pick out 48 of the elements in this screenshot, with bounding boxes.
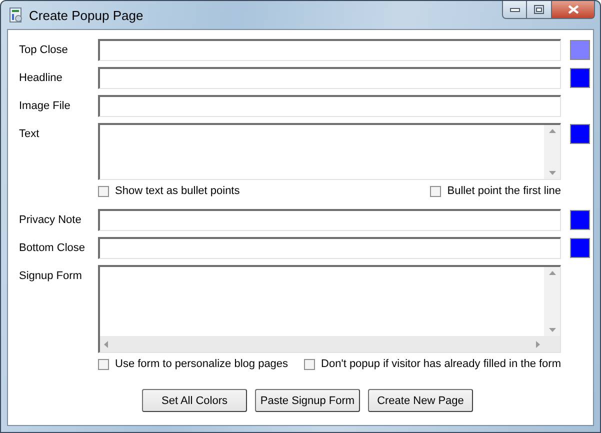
maximize-button[interactable] (527, 1, 552, 19)
checkbox[interactable] (98, 358, 109, 370)
color-swatch[interactable] (570, 40, 590, 60)
app-icon (9, 7, 23, 23)
color-swatch[interactable] (570, 238, 590, 258)
right-arrow-icon (536, 340, 540, 348)
maximize-icon (534, 5, 544, 14)
checkbox-label: Don't popup if visitor has already filled in the form (321, 358, 561, 370)
color-swatch[interactable] (570, 124, 590, 144)
field-label: Image File (19, 99, 72, 112)
down-arrow-icon (548, 328, 556, 332)
text-area[interactable] (98, 123, 561, 180)
vertical-scrollbar[interactable] (544, 125, 560, 179)
scrollbar-corner (544, 336, 560, 352)
up-arrow-icon (548, 129, 556, 133)
vertical-scrollbar[interactable] (544, 267, 560, 336)
checkbox[interactable] (98, 186, 109, 196)
horizontal-scrollbar[interactable] (100, 336, 544, 352)
checkbox-label: Bullet point the first line (447, 185, 561, 197)
text-field[interactable] (98, 95, 561, 117)
text-area[interactable] (98, 265, 561, 353)
field-label: Signup Form (19, 269, 83, 282)
window-title: Create Popup Page (29, 8, 144, 22)
minimize-button[interactable] (502, 1, 527, 19)
down-arrow-icon (548, 171, 556, 175)
field-label: Privacy Note (19, 213, 82, 226)
text-field[interactable] (98, 237, 561, 259)
checkbox[interactable] (430, 186, 442, 196)
checkbox[interactable] (304, 358, 316, 370)
checkbox-label: Show text as bullet points (115, 185, 240, 197)
checkbox-label: Use form to personalize blog pages (115, 358, 288, 370)
color-swatch[interactable] (570, 68, 590, 88)
action-button[interactable]: Set All Colors (142, 389, 247, 412)
text-field[interactable] (98, 39, 561, 61)
field-label: Text (19, 127, 40, 140)
left-arrow-icon (104, 340, 108, 348)
action-button[interactable]: Create New Page (368, 389, 473, 412)
field-label: Bottom Close (19, 241, 86, 254)
field-label: Top Close (19, 43, 69, 56)
text-field[interactable] (98, 67, 561, 89)
action-button[interactable]: Paste Signup Form (255, 389, 360, 412)
close-button[interactable] (552, 1, 595, 19)
field-label: Headline (19, 71, 64, 84)
close-icon (568, 5, 578, 14)
color-swatch[interactable] (570, 210, 590, 230)
up-arrow-icon (548, 271, 556, 275)
text-field[interactable] (98, 209, 561, 231)
minimize-icon (510, 8, 520, 12)
